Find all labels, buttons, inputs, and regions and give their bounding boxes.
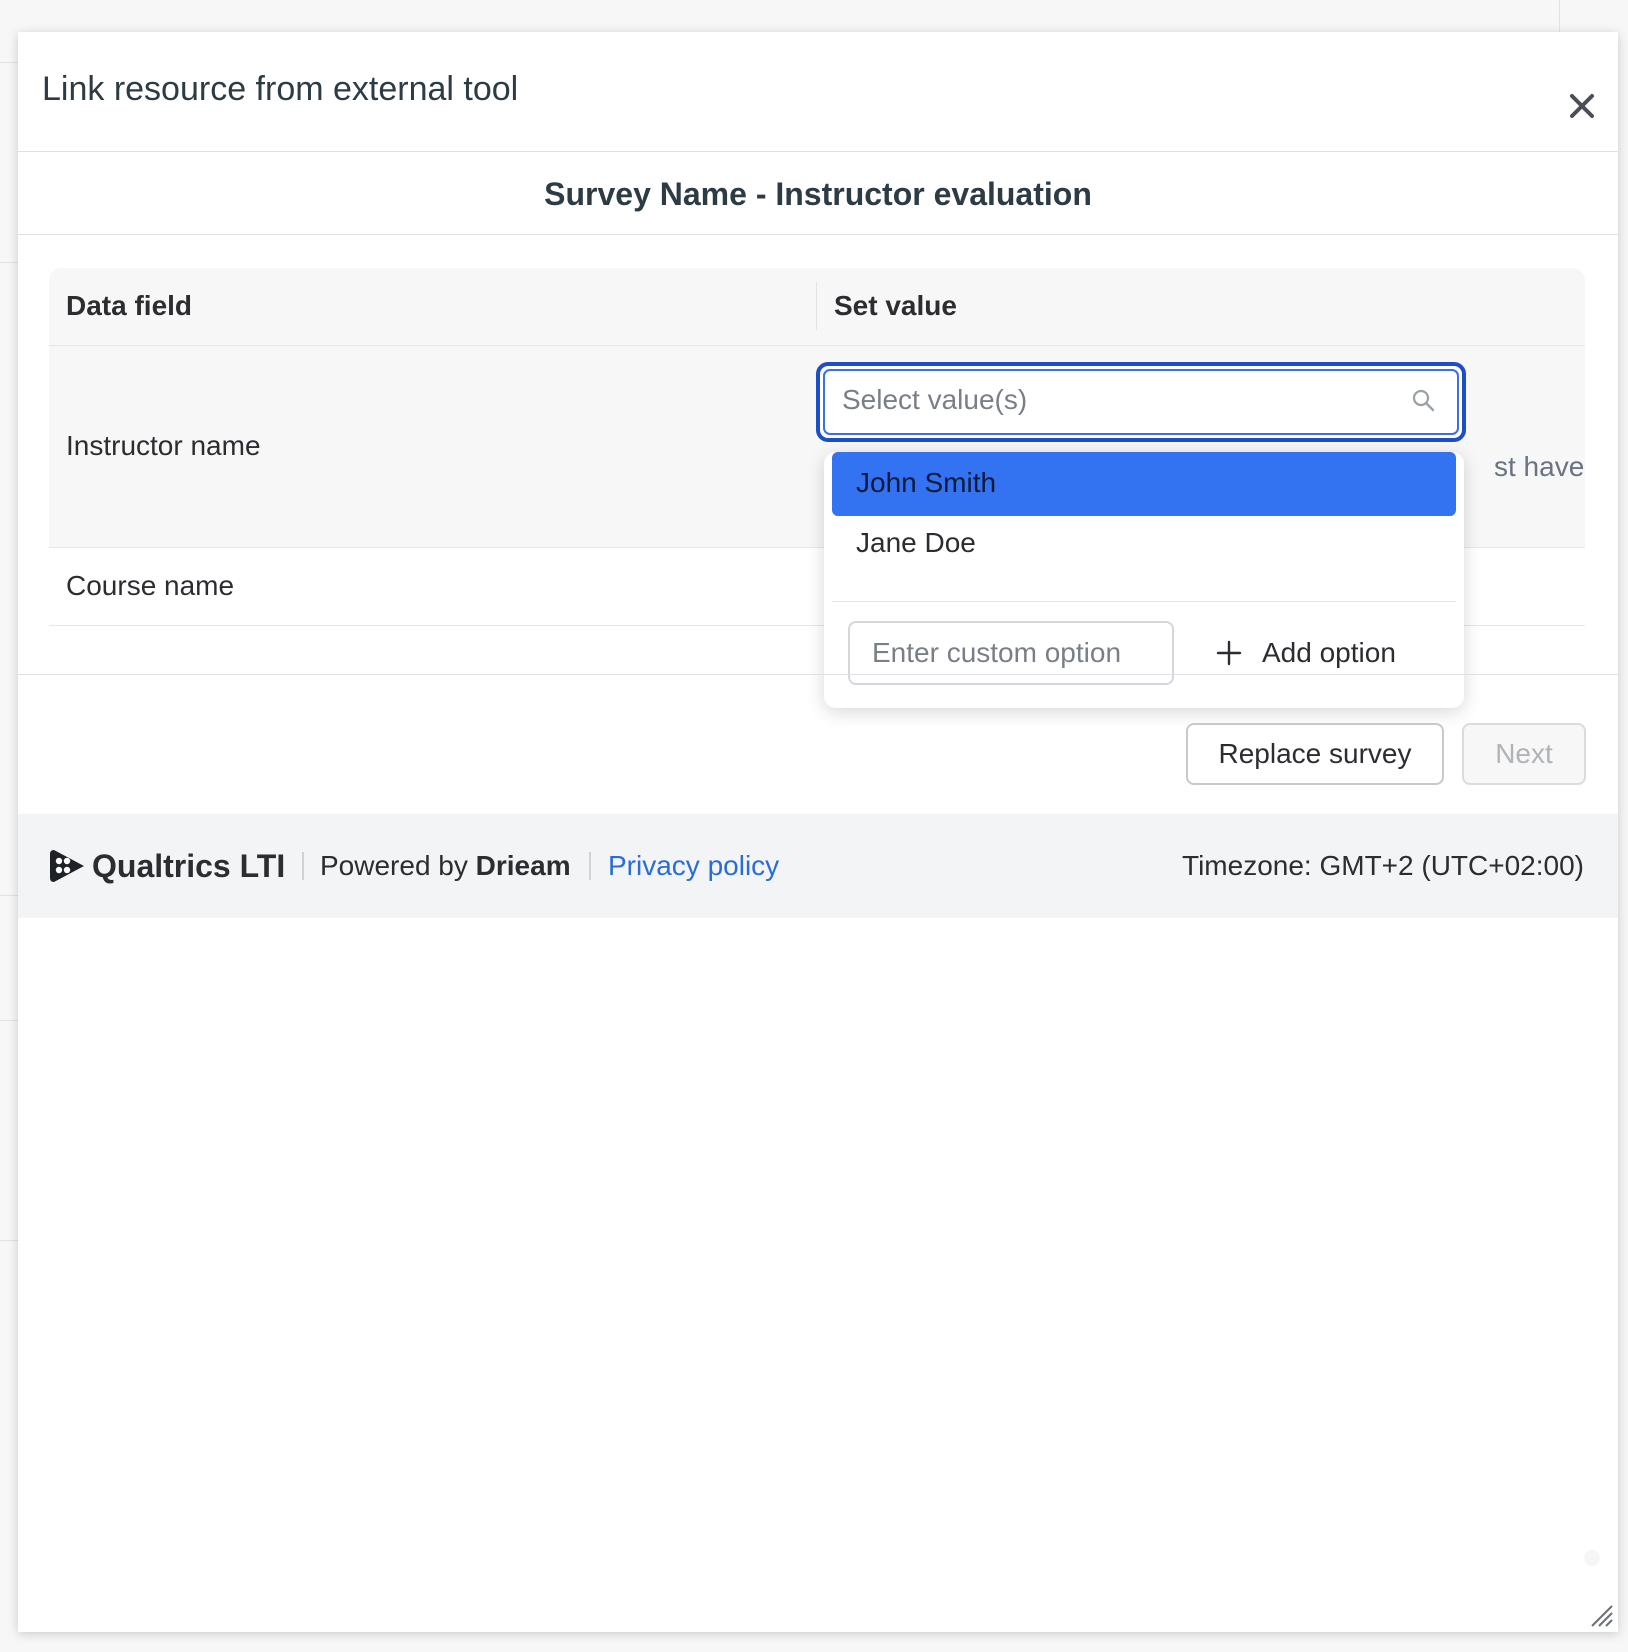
column-header-data-field: Data field — [66, 290, 193, 321]
brand-name: Qualtrics LTI — [92, 848, 286, 884]
qualtrics-logo-icon — [50, 850, 84, 882]
survey-title: Survey Name - Instructor evaluation — [544, 176, 1092, 212]
column-header-set-value: Set value — [834, 290, 957, 321]
dropdown-option-john-smith[interactable]: John Smith — [832, 452, 1456, 516]
add-option-label: Add option — [1262, 637, 1396, 668]
search-icon — [1412, 389, 1435, 412]
footer-separator — [589, 852, 591, 880]
background-divider — [0, 895, 18, 896]
value-dropdown-menu: John Smith Jane Doe Add option — [824, 452, 1464, 708]
add-option-button[interactable]: Add option — [1216, 627, 1396, 679]
dialog-title: Link resource from external tool — [42, 70, 519, 108]
dropdown-option-label: John Smith — [856, 467, 997, 498]
value-select-placeholder: Select value(s) — [842, 384, 1028, 415]
background-divider — [0, 1020, 18, 1021]
field-label-course-name: Course name — [66, 570, 235, 601]
survey-header: Survey Name - Instructor evaluation — [18, 152, 1618, 235]
dropdown-divider — [832, 601, 1456, 602]
value-select[interactable]: Select value(s) — [816, 362, 1466, 442]
background-divider — [0, 1240, 18, 1241]
background-divider — [1559, 0, 1560, 32]
footer: Qualtrics LTI Powered by Drieam Privacy … — [18, 814, 1618, 918]
field-hint-text: st have — [1494, 451, 1585, 482]
close-icon — [1570, 94, 1594, 118]
close-button[interactable] — [1556, 80, 1608, 132]
field-label-instructor-name: Instructor name — [66, 430, 261, 461]
footer-separator — [302, 852, 304, 880]
link-resource-dialog: Link resource from external tool Survey … — [18, 32, 1618, 1632]
dropdown-option-label: Jane Doe — [856, 527, 976, 558]
dropdown-option-jane-doe[interactable]: Jane Doe — [832, 512, 1456, 576]
column-divider — [816, 282, 817, 330]
scroll-indicator — [1584, 1550, 1600, 1566]
powered-by-prefix: Powered by — [320, 850, 468, 881]
background-divider — [0, 262, 18, 263]
replace-survey-button[interactable]: Replace survey — [1186, 723, 1444, 785]
table-header: Data field Set value — [49, 268, 1585, 346]
privacy-policy-link[interactable]: Privacy policy — [608, 850, 779, 882]
timezone-label: Timezone: GMT+2 (UTC+02:00) — [1182, 850, 1584, 881]
powered-by-company: Drieam — [475, 850, 571, 881]
next-button[interactable]: Next — [1462, 723, 1586, 785]
powered-by-text: Powered by Drieam — [320, 850, 571, 882]
resize-handle-icon[interactable] — [1588, 1602, 1614, 1628]
dialog-header: Link resource from external tool — [18, 32, 1618, 152]
plus-icon — [1216, 640, 1242, 666]
background-divider — [0, 62, 18, 63]
dialog-actions: Replace survey Next — [18, 674, 1618, 815]
